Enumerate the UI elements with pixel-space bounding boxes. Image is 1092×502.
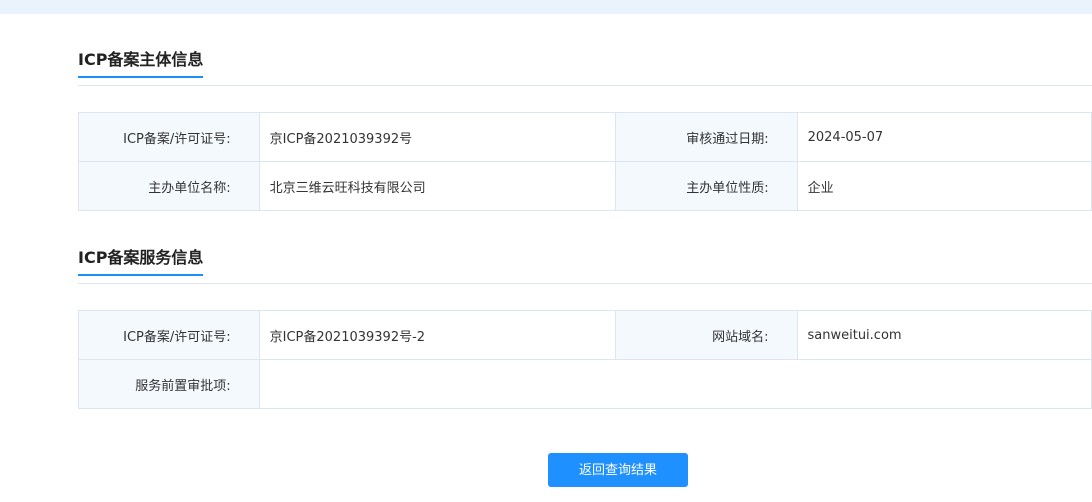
field-label-website-domain: 网站域名: [614,310,798,360]
field-value-website-domain: sanweitui.com [796,310,1092,360]
field-label-service-icp-number: ICP备案/许可证号: [78,310,260,360]
field-label-organizer-type: 主办单位性质: [614,161,798,211]
table-row: 服务前置审批项: [78,359,1092,409]
table-row: ICP备案/许可证号: 京ICP备2021039392号-2 网站域名: san… [78,310,1092,360]
section-divider [78,283,1092,284]
field-value-service-icp-number: 京ICP备2021039392号-2 [258,310,616,360]
field-value-icp-number: 京ICP备2021039392号 [258,112,616,162]
field-value-organizer-type: 企业 [796,161,1092,211]
field-label-approval-date: 审核通过日期: [614,112,798,162]
table-row: 主办单位名称: 北京三维云旺科技有限公司 主办单位性质: 企业 [78,161,1092,211]
back-to-results-button[interactable]: 返回查询结果 [548,453,688,487]
top-bar [0,0,1092,14]
field-value-approval-date: 2024-05-07 [796,112,1092,162]
field-value-organizer-name: 北京三维云旺科技有限公司 [258,161,616,211]
field-label-organizer-name: 主办单位名称: [78,161,260,211]
section-divider [78,85,1092,86]
section-title-subject-info: ICP备案主体信息 [78,50,204,78]
field-label-pre-approval: 服务前置审批项: [78,359,260,409]
section-title-service-info: ICP备案服务信息 [78,248,204,276]
service-info-table: ICP备案/许可证号: 京ICP备2021039392号-2 网站域名: san… [78,310,1092,409]
table-row: ICP备案/许可证号: 京ICP备2021039392号 审核通过日期: 202… [78,112,1092,162]
field-value-pre-approval [258,359,1092,409]
subject-info-table: ICP备案/许可证号: 京ICP备2021039392号 审核通过日期: 202… [78,112,1092,211]
field-label-icp-number: ICP备案/许可证号: [78,112,260,162]
